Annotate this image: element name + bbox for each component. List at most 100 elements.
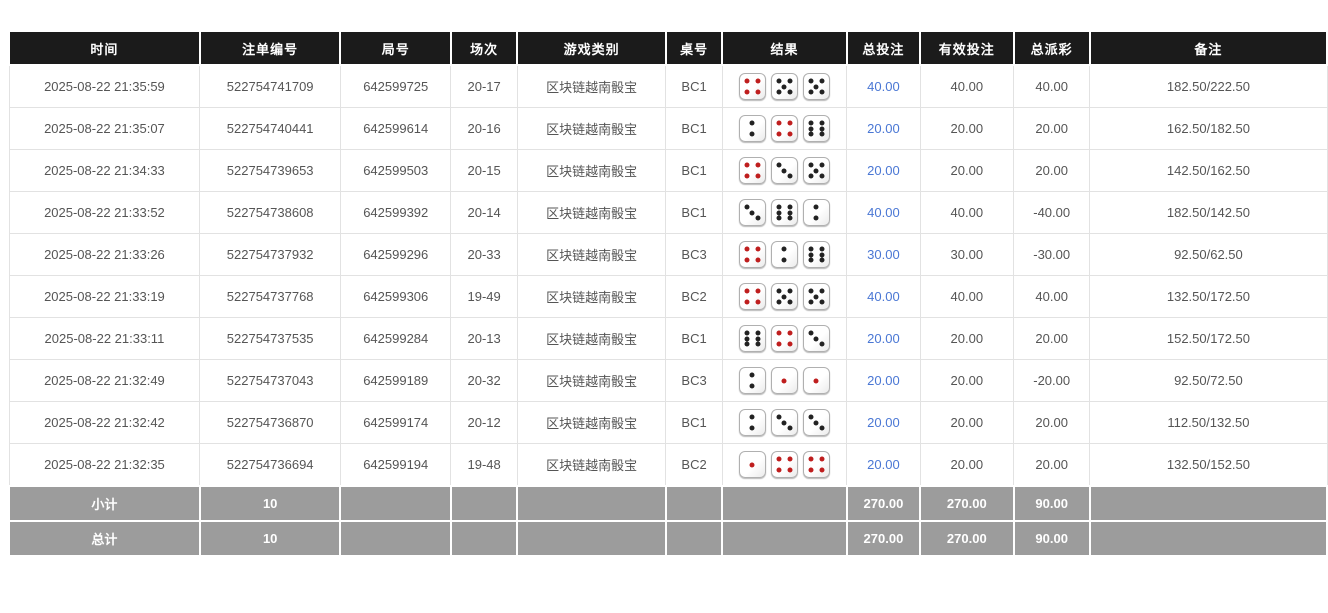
cell-session: 20-16 bbox=[451, 108, 517, 150]
header-cell-remark: 备注 bbox=[1090, 31, 1327, 65]
cell-table_no: BC1 bbox=[666, 65, 722, 108]
cell-bet_id: 522754737535 bbox=[200, 318, 341, 360]
header-cell-time: 时间 bbox=[9, 31, 200, 65]
dice-result bbox=[739, 199, 830, 226]
cell-session: 19-48 bbox=[451, 444, 517, 487]
cell-total_payout: 20.00 bbox=[1014, 108, 1090, 150]
cell-round_id: 642599503 bbox=[340, 150, 451, 192]
die-icon-1 bbox=[771, 367, 798, 394]
dice-result bbox=[739, 115, 830, 142]
die-icon-4 bbox=[771, 451, 798, 478]
cell-table_no: BC1 bbox=[666, 318, 722, 360]
cell-session: 20-15 bbox=[451, 150, 517, 192]
footer-valid-bet: 270.00 bbox=[920, 521, 1013, 556]
die-icon-5 bbox=[771, 73, 798, 100]
footer-row: 小计10270.00270.0090.00 bbox=[9, 486, 1327, 521]
cell-remark: 152.50/172.50 bbox=[1090, 318, 1327, 360]
cell-total_payout: 20.00 bbox=[1014, 318, 1090, 360]
cell-game_type: 区块链越南骰宝 bbox=[517, 108, 666, 150]
dice-result bbox=[739, 241, 830, 268]
cell-valid_bet: 40.00 bbox=[920, 192, 1013, 234]
cell-round_id: 642599306 bbox=[340, 276, 451, 318]
cell-game_type: 区块链越南骰宝 bbox=[517, 444, 666, 487]
footer-count: 10 bbox=[200, 521, 341, 556]
die-icon-1 bbox=[803, 367, 830, 394]
footer-total-bet: 270.00 bbox=[847, 521, 920, 556]
cell-result bbox=[722, 234, 847, 276]
cell-bet_id: 522754737932 bbox=[200, 234, 341, 276]
footer-label: 总计 bbox=[9, 521, 200, 556]
dice-result bbox=[739, 73, 830, 100]
die-icon-3 bbox=[771, 409, 798, 436]
cell-total_bet: 20.00 bbox=[847, 108, 920, 150]
dice-result bbox=[739, 367, 830, 394]
cell-game_type: 区块链越南骰宝 bbox=[517, 150, 666, 192]
die-icon-4 bbox=[739, 73, 766, 100]
table-row: 2025-08-22 21:35:59522754741709642599725… bbox=[9, 65, 1327, 108]
cell-time: 2025-08-22 21:35:07 bbox=[9, 108, 200, 150]
cell-total_payout: -20.00 bbox=[1014, 360, 1090, 402]
cell-table_no: BC3 bbox=[666, 360, 722, 402]
footer-remark bbox=[1090, 521, 1327, 556]
cell-remark: 142.50/162.50 bbox=[1090, 150, 1327, 192]
cell-time: 2025-08-22 21:33:26 bbox=[9, 234, 200, 276]
total-bet-link[interactable]: 40.00 bbox=[867, 205, 900, 220]
die-icon-4 bbox=[803, 451, 830, 478]
total-bet-link[interactable]: 40.00 bbox=[867, 79, 900, 94]
cell-total_payout: 20.00 bbox=[1014, 150, 1090, 192]
table-footer: 小计10270.00270.0090.00总计10270.00270.0090.… bbox=[9, 486, 1327, 556]
header-cell-round_id: 局号 bbox=[340, 31, 451, 65]
die-icon-4 bbox=[739, 283, 766, 310]
cell-session: 20-32 bbox=[451, 360, 517, 402]
total-bet-link[interactable]: 20.00 bbox=[867, 163, 900, 178]
cell-total_bet: 30.00 bbox=[847, 234, 920, 276]
table-row: 2025-08-22 21:35:07522754740441642599614… bbox=[9, 108, 1327, 150]
total-bet-link[interactable]: 20.00 bbox=[867, 415, 900, 430]
header-cell-total_bet: 总投注 bbox=[847, 31, 920, 65]
cell-bet_id: 522754741709 bbox=[200, 65, 341, 108]
cell-total_bet: 20.00 bbox=[847, 318, 920, 360]
table-row: 2025-08-22 21:33:52522754738608642599392… bbox=[9, 192, 1327, 234]
cell-game_type: 区块链越南骰宝 bbox=[517, 192, 666, 234]
cell-valid_bet: 40.00 bbox=[920, 65, 1013, 108]
total-bet-link[interactable]: 20.00 bbox=[867, 457, 900, 472]
footer-result bbox=[722, 486, 847, 521]
cell-round_id: 642599174 bbox=[340, 402, 451, 444]
cell-total_bet: 40.00 bbox=[847, 276, 920, 318]
total-bet-link[interactable]: 20.00 bbox=[867, 121, 900, 136]
cell-table_no: BC3 bbox=[666, 234, 722, 276]
dice-result bbox=[739, 325, 830, 352]
cell-session: 20-33 bbox=[451, 234, 517, 276]
footer-label: 小计 bbox=[9, 486, 200, 521]
cell-game_type: 区块链越南骰宝 bbox=[517, 318, 666, 360]
table-row: 2025-08-22 21:34:33522754739653642599503… bbox=[9, 150, 1327, 192]
cell-session: 19-49 bbox=[451, 276, 517, 318]
cell-remark: 162.50/182.50 bbox=[1090, 108, 1327, 150]
cell-table_no: BC1 bbox=[666, 150, 722, 192]
total-bet-link[interactable]: 40.00 bbox=[867, 289, 900, 304]
cell-bet_id: 522754738608 bbox=[200, 192, 341, 234]
cell-time: 2025-08-22 21:33:19 bbox=[9, 276, 200, 318]
cell-bet_id: 522754739653 bbox=[200, 150, 341, 192]
cell-time: 2025-08-22 21:34:33 bbox=[9, 150, 200, 192]
dice-result bbox=[739, 157, 830, 184]
cell-round_id: 642599284 bbox=[340, 318, 451, 360]
cell-bet_id: 522754737043 bbox=[200, 360, 341, 402]
dice-result bbox=[739, 283, 830, 310]
cell-total_payout: 20.00 bbox=[1014, 444, 1090, 487]
cell-total_bet: 40.00 bbox=[847, 65, 920, 108]
total-bet-link[interactable]: 20.00 bbox=[867, 331, 900, 346]
cell-total_bet: 20.00 bbox=[847, 444, 920, 487]
cell-valid_bet: 20.00 bbox=[920, 402, 1013, 444]
header-cell-valid_bet: 有效投注 bbox=[920, 31, 1013, 65]
cell-round_id: 642599725 bbox=[340, 65, 451, 108]
header-cell-game_type: 游戏类别 bbox=[517, 31, 666, 65]
total-bet-link[interactable]: 20.00 bbox=[867, 373, 900, 388]
cell-remark: 182.50/142.50 bbox=[1090, 192, 1327, 234]
cell-round_id: 642599189 bbox=[340, 360, 451, 402]
footer-game-type bbox=[517, 486, 666, 521]
header-cell-table_no: 桌号 bbox=[666, 31, 722, 65]
cell-remark: 112.50/132.50 bbox=[1090, 402, 1327, 444]
total-bet-link[interactable]: 30.00 bbox=[867, 247, 900, 262]
dice-result bbox=[739, 409, 830, 436]
